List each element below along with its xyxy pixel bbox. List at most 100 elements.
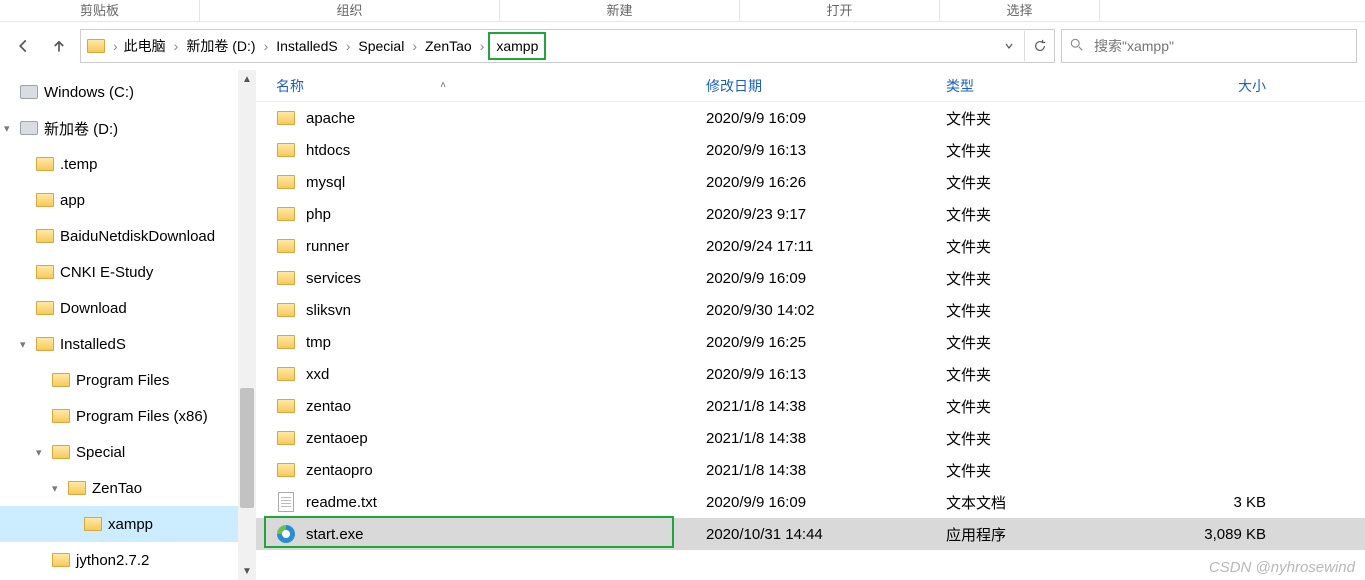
search-box[interactable] bbox=[1061, 29, 1357, 63]
file-type: 文件夹 bbox=[946, 268, 1146, 289]
file-row[interactable]: readme.txt2020/9/9 16:09文本文档3 KB bbox=[256, 486, 1365, 518]
tree-twisty-icon[interactable]: ▾ bbox=[52, 482, 66, 495]
tree-item[interactable]: xampp bbox=[0, 506, 238, 542]
file-date: 2020/9/9 16:09 bbox=[706, 494, 946, 511]
file-type: 文件夹 bbox=[946, 108, 1146, 129]
folder-icon bbox=[52, 445, 70, 459]
tree-item[interactable]: ▾Special bbox=[0, 434, 238, 470]
tree-item[interactable]: ▾ InstalledS bbox=[0, 326, 238, 362]
file-row[interactable]: runner2020/9/24 17:11文件夹 bbox=[256, 230, 1365, 262]
column-header-size[interactable]: 大小 bbox=[1146, 76, 1296, 96]
tree-item-label: InstalledS bbox=[60, 336, 126, 353]
tree-twisty-icon[interactable]: ▾ bbox=[4, 122, 18, 135]
scroll-thumb[interactable] bbox=[240, 388, 254, 508]
tree-item-label: Program Files (x86) bbox=[76, 408, 208, 425]
ribbon-group-labels: 剪贴板 组织 新建 打开 选择 bbox=[0, 0, 1365, 22]
breadcrumb: 此电脑›新加卷 (D:)›InstalledS›Special›ZenTao›x… bbox=[120, 32, 994, 60]
file-row[interactable]: mysql2020/9/9 16:26文件夹 bbox=[256, 166, 1365, 198]
breadcrumb-segment[interactable]: InstalledS bbox=[272, 38, 341, 54]
file-row[interactable]: php2020/9/23 9:17文件夹 bbox=[256, 198, 1365, 230]
folder-icon bbox=[276, 364, 296, 384]
file-name: zentaoep bbox=[306, 430, 368, 447]
file-type: 文件夹 bbox=[946, 140, 1146, 161]
breadcrumb-segment[interactable]: Special bbox=[354, 38, 408, 54]
chevron-right-icon: › bbox=[111, 38, 120, 54]
file-name: runner bbox=[306, 238, 349, 255]
scroll-up-button[interactable]: ▲ bbox=[238, 70, 256, 88]
column-header-type[interactable]: 类型 bbox=[946, 76, 1146, 96]
breadcrumb-segment[interactable]: 此电脑 bbox=[120, 36, 170, 56]
folder-icon bbox=[276, 460, 296, 480]
file-row[interactable]: zentaopro2021/1/8 14:38文件夹 bbox=[256, 454, 1365, 486]
scroll-down-button[interactable]: ▼ bbox=[238, 562, 256, 580]
file-date: 2020/9/9 16:09 bbox=[706, 110, 946, 127]
column-header-name[interactable]: 名称 ˄ bbox=[256, 76, 706, 96]
file-type: 文件夹 bbox=[946, 396, 1146, 417]
folder-icon bbox=[276, 300, 296, 320]
drive-icon bbox=[20, 121, 38, 135]
navigation-pane: Windows (C:)▾新加卷 (D:).tempapp BaiduNetdis… bbox=[0, 70, 256, 580]
tree-item-label: BaiduNetdiskDownload bbox=[60, 228, 215, 245]
tree-item[interactable]: .temp bbox=[0, 146, 238, 182]
file-type: 文件夹 bbox=[946, 460, 1146, 481]
tree-item-label: Program Files bbox=[76, 372, 169, 389]
search-icon bbox=[1070, 38, 1084, 55]
navigation-row: › 此电脑›新加卷 (D:)›InstalledS›Special›ZenTao… bbox=[0, 22, 1365, 70]
tree-item[interactable]: jython2.7.2 bbox=[0, 542, 238, 578]
folder-icon bbox=[36, 229, 54, 243]
file-row[interactable]: sliksvn2020/9/30 14:02文件夹 bbox=[256, 294, 1365, 326]
file-row[interactable]: apache 2020/9/9 16:09文件夹 bbox=[256, 102, 1365, 134]
breadcrumb-current[interactable]: xampp bbox=[488, 32, 546, 60]
file-row[interactable]: zentao2021/1/8 14:38文件夹 bbox=[256, 390, 1365, 422]
folder-tree[interactable]: Windows (C:)▾新加卷 (D:).tempapp BaiduNetdis… bbox=[0, 70, 238, 580]
file-name: apache bbox=[306, 110, 355, 127]
address-dropdown-button[interactable] bbox=[994, 31, 1024, 61]
up-button[interactable] bbox=[44, 31, 74, 61]
watermark-text: CSDN @nyhrosewind bbox=[1209, 559, 1355, 576]
tree-item[interactable]: app bbox=[0, 182, 238, 218]
drive-icon bbox=[20, 85, 38, 99]
tree-item[interactable]: ▾新加卷 (D:) bbox=[0, 110, 238, 146]
tree-item[interactable]: Program Files bbox=[0, 362, 238, 398]
file-type: 文件夹 bbox=[946, 172, 1146, 193]
folder-icon bbox=[52, 409, 70, 423]
tree-twisty-icon[interactable]: ▾ bbox=[20, 338, 34, 351]
refresh-button[interactable] bbox=[1024, 31, 1054, 61]
back-button[interactable] bbox=[8, 31, 38, 61]
main-area: Windows (C:)▾新加卷 (D:).tempapp BaiduNetdis… bbox=[0, 70, 1365, 580]
file-type: 文件夹 bbox=[946, 300, 1146, 321]
file-row[interactable]: zentaoep2021/1/8 14:38文件夹 bbox=[256, 422, 1365, 454]
tree-item[interactable]: BaiduNetdiskDownload bbox=[0, 218, 238, 254]
file-row[interactable]: htdocs2020/9/9 16:13文件夹 bbox=[256, 134, 1365, 166]
address-bar[interactable]: › 此电脑›新加卷 (D:)›InstalledS›Special›ZenTao… bbox=[80, 29, 1055, 63]
folder-icon bbox=[36, 157, 54, 171]
file-type: 文件夹 bbox=[946, 236, 1146, 257]
column-header-date[interactable]: 修改日期 bbox=[706, 76, 946, 96]
file-row[interactable]: tmp2020/9/9 16:25文件夹 bbox=[256, 326, 1365, 358]
file-name: mysql bbox=[306, 174, 345, 191]
tree-item-label: ZenTao bbox=[92, 480, 142, 497]
chevron-right-icon: › bbox=[172, 38, 181, 54]
file-row[interactable]: services2020/9/9 16:09文件夹 bbox=[256, 262, 1365, 294]
tree-item[interactable]: ▾ ZenTao bbox=[0, 470, 238, 506]
file-row[interactable]: xxd2020/9/9 16:13文件夹 bbox=[256, 358, 1365, 390]
file-name: readme.txt bbox=[306, 494, 377, 511]
folder-icon bbox=[36, 265, 54, 279]
search-input[interactable] bbox=[1092, 37, 1348, 55]
application-icon bbox=[276, 524, 296, 544]
folder-icon bbox=[87, 39, 105, 53]
tree-item[interactable]: Program Files (x86) bbox=[0, 398, 238, 434]
breadcrumb-segment[interactable]: 新加卷 (D:) bbox=[182, 36, 259, 56]
tree-item[interactable]: CNKI E-Study bbox=[0, 254, 238, 290]
file-row[interactable]: start.exe2020/10/31 14:44应用程序3,089 KB bbox=[256, 518, 1365, 550]
file-size: 3 KB bbox=[1146, 494, 1296, 511]
breadcrumb-segment[interactable]: ZenTao bbox=[421, 38, 476, 54]
tree-scrollbar[interactable]: ▲ ▼ bbox=[238, 70, 256, 580]
file-type: 文件夹 bbox=[946, 204, 1146, 225]
tree-item[interactable]: Windows (C:) bbox=[0, 74, 238, 110]
folder-icon bbox=[276, 172, 296, 192]
chevron-right-icon: › bbox=[478, 38, 487, 54]
tree-item[interactable]: Download bbox=[0, 290, 238, 326]
file-date: 2021/1/8 14:38 bbox=[706, 430, 946, 447]
tree-twisty-icon[interactable]: ▾ bbox=[36, 446, 50, 459]
